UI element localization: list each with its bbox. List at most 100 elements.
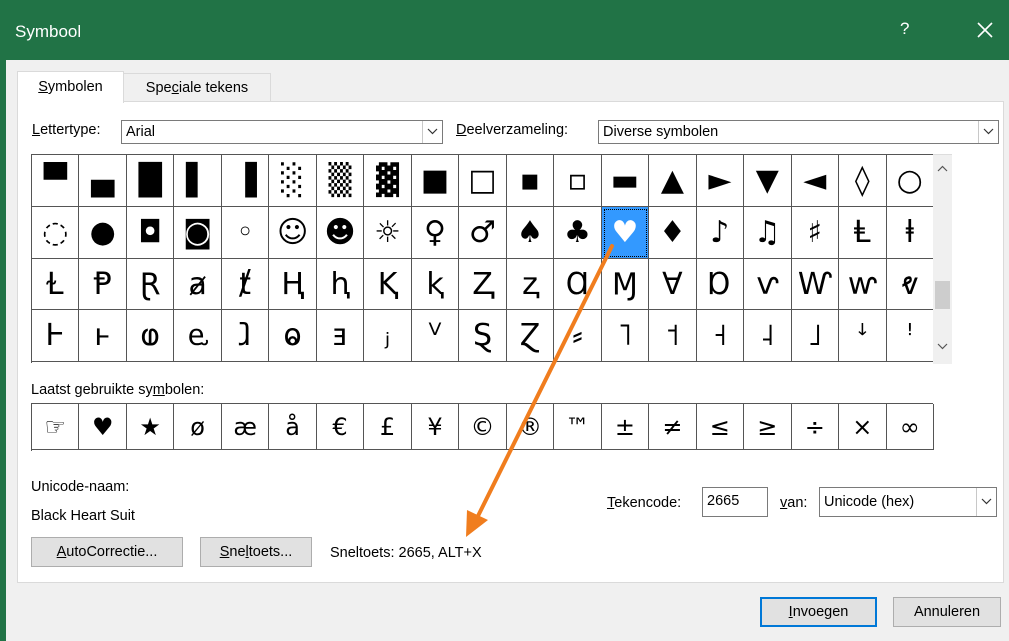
recent-symbol-cell[interactable]: € — [316, 404, 365, 450]
charcode-input[interactable]: 2665 — [702, 487, 768, 517]
symbol-cell[interactable]: ░ — [269, 155, 317, 207]
symbol-cell[interactable]: Ⱨ — [269, 258, 317, 311]
symbol-cell[interactable]: ⱸ — [174, 310, 222, 362]
symbol-cell[interactable]: Ⱶ — [32, 310, 80, 362]
recent-symbol-cell[interactable]: æ — [221, 404, 270, 450]
scroll-up-icon[interactable] — [937, 165, 948, 172]
symbol-cell[interactable]: ⱦ — [221, 258, 270, 311]
from-select[interactable]: Unicode (hex) — [819, 487, 997, 517]
recent-symbol-cell[interactable]: å — [269, 404, 317, 450]
symbol-cell[interactable]: Ɐ — [649, 258, 697, 311]
symbol-cell[interactable]: □ — [459, 155, 507, 207]
symbol-cell[interactable]: ◄ — [791, 155, 840, 207]
symbol-cell[interactable]: ☻ — [316, 206, 365, 259]
recent-symbol-cell[interactable]: ≠ — [649, 404, 697, 450]
help-icon[interactable]: ? — [900, 19, 909, 39]
symbol-cell[interactable]: ♀ — [411, 206, 460, 259]
recent-symbol-cell[interactable]: ÷ — [791, 404, 840, 450]
symbol-cell[interactable]: ◊ — [839, 155, 887, 207]
symbol-cell[interactable]: ⱹ — [221, 310, 270, 362]
symbol-cell[interactable]: ■ — [411, 155, 460, 207]
symbol-cell[interactable]: ☼ — [364, 206, 412, 259]
symbol-cell[interactable]: ◦ — [221, 206, 270, 259]
symbol-cell[interactable]: ♪ — [696, 206, 745, 259]
symbol-cell[interactable]: Ⱳ — [791, 258, 840, 311]
recent-symbol-cell[interactable]: ☞ — [32, 404, 80, 450]
symbol-cell[interactable]: ˦ — [649, 310, 697, 362]
symbol-cell[interactable]: Ɀ — [506, 310, 555, 362]
symbol-cell[interactable]: ♠ — [506, 206, 555, 259]
symbol-cell[interactable]: Ⱡ — [839, 206, 887, 259]
symbol-cell-selected[interactable]: ♥ — [601, 206, 650, 259]
chevron-down-icon[interactable] — [978, 121, 998, 143]
symbol-cell[interactable]: ▬ — [601, 155, 650, 207]
recent-symbol-cell[interactable]: ♥ — [79, 404, 127, 450]
symbol-cell[interactable]: ▪ — [506, 155, 555, 207]
symbol-cell[interactable]: ● — [79, 206, 127, 259]
recent-symbol-cell[interactable]: ∞ — [886, 404, 934, 450]
symbol-cell[interactable]: Ȿ — [459, 310, 507, 362]
symbol-cell[interactable]: ⱬ — [506, 258, 555, 311]
symbol-cell[interactable]: ◘ — [126, 206, 175, 259]
symbol-cell[interactable]: ▄ — [79, 155, 127, 207]
symbol-cell[interactable]: ⱨ — [316, 258, 365, 311]
symbol-cell[interactable]: Ᵽ — [79, 258, 127, 311]
symbol-cell[interactable]: ⱼ — [364, 310, 412, 362]
symbol-cell[interactable]: ⱽ — [411, 310, 460, 362]
shortcut-key-button[interactable]: Sneltoets... — [200, 537, 312, 567]
symbol-cell[interactable]: Ⱬ — [459, 258, 507, 311]
symbol-cell[interactable]: ⸗ — [554, 310, 602, 362]
insert-button[interactable]: Invoegen — [760, 597, 877, 627]
symbol-cell[interactable]: ♣ — [554, 206, 602, 259]
symbol-cell[interactable]: ♂ — [459, 206, 507, 259]
recent-symbol-cell[interactable]: ± — [601, 404, 650, 450]
symbol-cell[interactable]: ▼ — [744, 155, 792, 207]
symbol-cell[interactable]: ▓ — [364, 155, 412, 207]
symbol-cell[interactable]: ▒ — [316, 155, 365, 207]
font-select[interactable]: Arial — [121, 120, 443, 144]
recent-symbol-cell[interactable]: ™ — [554, 404, 602, 450]
tab-special-characters[interactable]: Speciale tekens — [124, 73, 271, 102]
recent-symbol-cell[interactable]: ¥ — [411, 404, 460, 450]
symbol-cell[interactable]: ▀ — [32, 155, 80, 207]
symbol-cell[interactable]: ⱥ — [174, 258, 222, 311]
close-icon[interactable] — [970, 15, 1000, 45]
symbol-cell[interactable]: ◙ — [174, 206, 222, 259]
symbol-cell[interactable]: ○ — [886, 155, 934, 207]
symbol-cell[interactable]: ⱱ — [744, 258, 792, 311]
scrollbar-thumb[interactable] — [935, 281, 950, 309]
autocorrect-button[interactable]: AutoCorrectie... — [31, 537, 183, 567]
symbol-cell[interactable]: ˧ — [696, 310, 745, 362]
recent-symbol-cell[interactable]: ★ — [126, 404, 175, 450]
scroll-down-icon[interactable] — [937, 343, 948, 350]
symbol-cell[interactable]: ► — [696, 155, 745, 207]
symbol-cell[interactable]: ⱳ — [839, 258, 887, 311]
symbol-cell[interactable]: ⱷ — [126, 310, 175, 362]
symbol-cell[interactable]: ˥ — [601, 310, 650, 362]
recent-symbol-cell[interactable]: ® — [506, 404, 555, 450]
cancel-button[interactable]: Annuleren — [893, 597, 1001, 627]
symbol-cell[interactable]: ♦ — [649, 206, 697, 259]
symbol-cell[interactable]: ⱶ — [79, 310, 127, 362]
symbol-cell[interactable]: ⱺ — [269, 310, 317, 362]
symbol-cell[interactable]: ▲ — [649, 155, 697, 207]
symbol-cell[interactable]: ꜝ — [886, 310, 934, 362]
symbol-cell[interactable]: Ɽ — [126, 258, 175, 311]
symbol-cell[interactable]: ♯ — [791, 206, 840, 259]
symbol-cell[interactable]: ˩ — [791, 310, 840, 362]
symbol-cell[interactable]: ⱪ — [411, 258, 460, 311]
recent-symbol-cell[interactable]: × — [839, 404, 887, 450]
symbol-cell[interactable]: █ — [126, 155, 175, 207]
symbol-cell[interactable]: Ɱ — [601, 258, 650, 311]
symbol-cell[interactable]: Ɒ — [696, 258, 745, 311]
chevron-down-icon[interactable] — [422, 121, 442, 143]
recent-symbol-cell[interactable]: ≤ — [696, 404, 745, 450]
symbol-cell[interactable]: ◌ — [32, 206, 80, 259]
symbol-cell[interactable]: ⱴ — [886, 258, 934, 311]
symbol-cell[interactable]: ⱡ — [886, 206, 934, 259]
tab-symbols[interactable]: Symbolen — [17, 71, 124, 103]
symbol-cell[interactable]: ꜜ — [839, 310, 887, 362]
symbol-cell[interactable]: ˨ — [744, 310, 792, 362]
symbol-cell[interactable]: ▫ — [554, 155, 602, 207]
symbol-cell[interactable]: Ɫ — [32, 258, 80, 311]
